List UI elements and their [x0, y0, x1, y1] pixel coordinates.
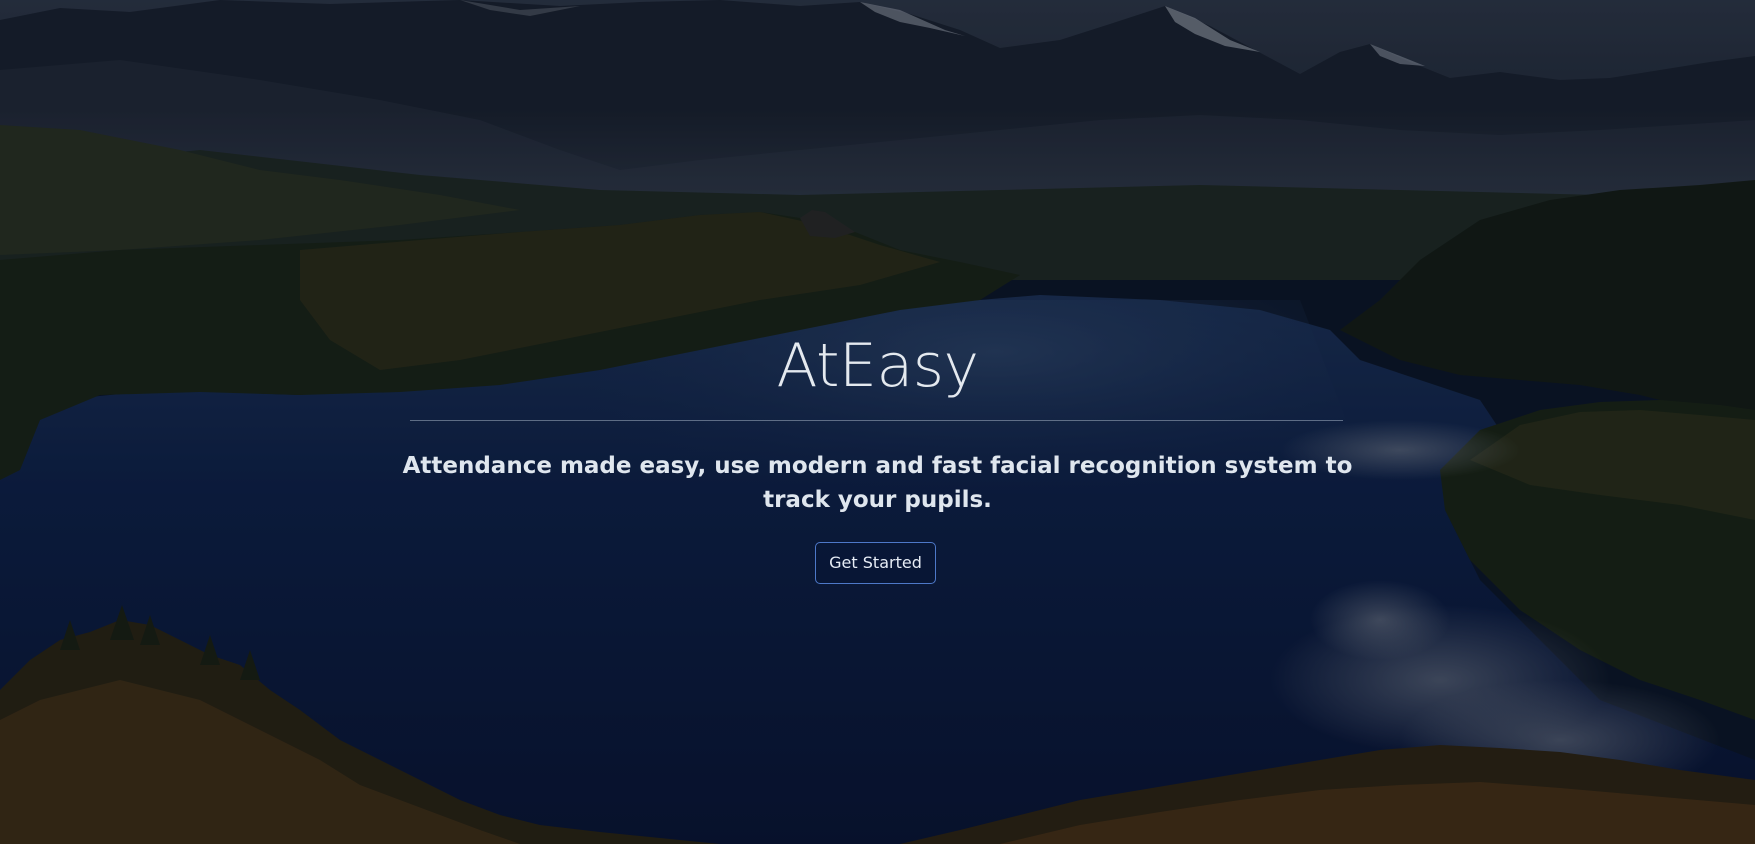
- app-title: AtEasy: [776, 331, 979, 401]
- get-started-button[interactable]: Get Started: [815, 542, 936, 584]
- title-divider: [410, 420, 1343, 421]
- hero-content: AtEasy Attendance made easy, use modern …: [0, 0, 1755, 844]
- hero-section: AtEasy Attendance made easy, use modern …: [0, 0, 1755, 844]
- hero-tagline: Attendance made easy, use modern and fas…: [402, 453, 1353, 513]
